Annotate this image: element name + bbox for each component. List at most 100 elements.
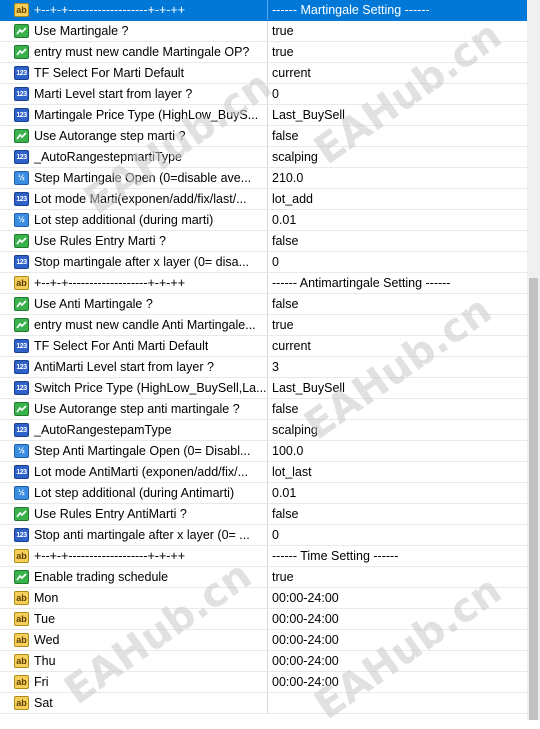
input-row[interactable]: ½ Step Anti Martingale Open (0= Disabl...…	[0, 441, 527, 462]
input-row[interactable]: Enable trading schedule true	[0, 567, 527, 588]
value-cell[interactable]: true	[268, 567, 527, 587]
input-row[interactable]: 123 TF Select For Marti Default current	[0, 63, 527, 84]
value-cell[interactable]: false	[268, 294, 527, 314]
variable-cell[interactable]: Use Rules Entry AntiMarti ?	[0, 504, 268, 524]
value-cell[interactable]: 0	[268, 525, 527, 545]
variable-cell[interactable]: 123 Stop anti martingale after x layer (0…	[0, 525, 268, 545]
value-cell[interactable]: current	[268, 63, 527, 83]
input-row[interactable]: Use Martingale ? true	[0, 21, 527, 42]
variable-cell[interactable]: 123 Lot mode Marti(exponen/add/fix/last/.…	[0, 189, 268, 209]
input-row[interactable]: ab Tue 00:00-24:00	[0, 609, 527, 630]
input-row[interactable]: ½ Lot step additional (during Antimarti) 0…	[0, 483, 527, 504]
variable-cell[interactable]: 123 _AutoRangestepamType	[0, 420, 268, 440]
input-row[interactable]: 123 Stop martingale after x layer (0= dis…	[0, 252, 527, 273]
input-row[interactable]: Use Rules Entry AntiMarti ? false	[0, 504, 527, 525]
variable-cell[interactable]: 123 Martingale Price Type (HighLow_BuyS..…	[0, 105, 268, 125]
variable-cell[interactable]: ab Fri	[0, 672, 268, 692]
input-row[interactable]: 123 Stop anti martingale after x layer (0…	[0, 525, 527, 546]
value-cell[interactable]	[268, 693, 527, 713]
variable-cell[interactable]: Use Rules Entry Marti ?	[0, 231, 268, 251]
input-row[interactable]: ab Wed 00:00-24:00	[0, 630, 527, 651]
value-cell[interactable]: false	[268, 126, 527, 146]
value-cell[interactable]: 0	[268, 84, 527, 104]
variable-cell[interactable]: entry must new candle Martingale OP?	[0, 42, 268, 62]
input-row[interactable]: ab +--+-+-------------------+-+-++ ------ …	[0, 273, 527, 294]
variable-cell[interactable]: Use Anti Martingale ?	[0, 294, 268, 314]
variable-cell[interactable]: ½ Step Martingale Open (0=disable ave...	[0, 168, 268, 188]
input-row[interactable]: 123 Marti Level start from layer ? 0	[0, 84, 527, 105]
variable-cell[interactable]: ½ Lot step additional (during Antimarti)	[0, 483, 268, 503]
input-row[interactable]: 123 Martingale Price Type (HighLow_BuyS..…	[0, 105, 527, 126]
variable-cell[interactable]: entry must new candle Anti Martingale...	[0, 315, 268, 335]
value-cell[interactable]: false	[268, 399, 527, 419]
variable-cell[interactable]: Use Autorange step marti ?	[0, 126, 268, 146]
vertical-scrollbar[interactable]	[527, 0, 540, 720]
input-row[interactable]: 123 _AutoRangestepmartiType scalping	[0, 147, 527, 168]
value-cell[interactable]: false	[268, 231, 527, 251]
variable-cell[interactable]: 123 TF Select For Marti Default	[0, 63, 268, 83]
value-cell[interactable]: scalping	[268, 147, 527, 167]
input-row[interactable]: Use Autorange step anti martingale ? fals…	[0, 399, 527, 420]
input-row[interactable]: 123 Switch Price Type (HighLow_BuySell,La…	[0, 378, 527, 399]
variable-cell[interactable]: ab Mon	[0, 588, 268, 608]
variable-cell[interactable]: 123 TF Select For Anti Marti Default	[0, 336, 268, 356]
input-row[interactable]: 123 Lot mode Marti(exponen/add/fix/last/.…	[0, 189, 527, 210]
value-cell[interactable]: ------ Time Setting ------	[268, 546, 527, 566]
value-cell[interactable]: true	[268, 21, 527, 41]
variable-cell[interactable]: ab +--+-+-------------------+-+-++	[0, 546, 268, 566]
input-row[interactable]: ab Mon 00:00-24:00	[0, 588, 527, 609]
variable-cell[interactable]: Use Autorange step anti martingale ?	[0, 399, 268, 419]
variable-cell[interactable]: ab Wed	[0, 630, 268, 650]
value-cell[interactable]: 00:00-24:00	[268, 651, 527, 671]
input-row[interactable]: ab +--+-+-------------------+-+-++ ------ …	[0, 0, 527, 21]
variable-cell[interactable]: ½ Lot step additional (during marti)	[0, 210, 268, 230]
value-cell[interactable]: current	[268, 336, 527, 356]
input-row[interactable]: Use Autorange step marti ? false	[0, 126, 527, 147]
scrollbar-thumb[interactable]	[529, 278, 538, 720]
input-row[interactable]: ab Fri 00:00-24:00	[0, 672, 527, 693]
value-cell[interactable]: ------ Martingale Setting ------	[268, 0, 527, 20]
value-cell[interactable]: 00:00-24:00	[268, 609, 527, 629]
value-cell[interactable]: lot_last	[268, 462, 527, 482]
variable-cell[interactable]: 123 Stop martingale after x layer (0= dis…	[0, 252, 268, 272]
value-cell[interactable]: 0	[268, 252, 527, 272]
value-cell[interactable]: 210.0	[268, 168, 527, 188]
variable-cell[interactable]: 123 Marti Level start from layer ?	[0, 84, 268, 104]
value-cell[interactable]: lot_add	[268, 189, 527, 209]
variable-cell[interactable]: ab Sat	[0, 693, 268, 713]
value-cell[interactable]: 0.01	[268, 210, 527, 230]
input-row[interactable]: Use Rules Entry Marti ? false	[0, 231, 527, 252]
variable-cell[interactable]: 123 _AutoRangestepmartiType	[0, 147, 268, 167]
value-cell[interactable]: false	[268, 504, 527, 524]
value-cell[interactable]: scalping	[268, 420, 527, 440]
value-cell[interactable]: 00:00-24:00	[268, 630, 527, 650]
value-cell[interactable]: 0.01	[268, 483, 527, 503]
value-cell[interactable]: Last_BuySell	[268, 105, 527, 125]
variable-cell[interactable]: ½ Step Anti Martingale Open (0= Disabl...	[0, 441, 268, 461]
variable-cell[interactable]: ab +--+-+-------------------+-+-++	[0, 0, 268, 20]
value-cell[interactable]: 00:00-24:00	[268, 588, 527, 608]
value-cell[interactable]: 100.0	[268, 441, 527, 461]
input-row[interactable]: Use Anti Martingale ? false	[0, 294, 527, 315]
input-row[interactable]: ½ Lot step additional (during marti) 0.01	[0, 210, 527, 231]
input-row[interactable]: ab Thu 00:00-24:00	[0, 651, 527, 672]
value-cell[interactable]: ------ Antimartingale Setting ------	[268, 273, 527, 293]
value-cell[interactable]: true	[268, 42, 527, 62]
input-row[interactable]: 123 _AutoRangestepamType scalping	[0, 420, 527, 441]
variable-cell[interactable]: 123 AntiMarti Level start from layer ?	[0, 357, 268, 377]
value-cell[interactable]: Last_BuySell	[268, 378, 527, 398]
input-row[interactable]: 123 TF Select For Anti Marti Default curre…	[0, 336, 527, 357]
input-row[interactable]: entry must new candle Anti Martingale...…	[0, 315, 527, 336]
input-row[interactable]: ab +--+-+-------------------+-+-++ ------ …	[0, 546, 527, 567]
variable-cell[interactable]: Enable trading schedule	[0, 567, 268, 587]
value-cell[interactable]: 00:00-24:00	[268, 672, 527, 692]
variable-cell[interactable]: ab Tue	[0, 609, 268, 629]
variable-cell[interactable]: 123 Lot mode AntiMarti (exponen/add/fix/.…	[0, 462, 268, 482]
input-row[interactable]: 123 Lot mode AntiMarti (exponen/add/fix/.…	[0, 462, 527, 483]
value-cell[interactable]: 3	[268, 357, 527, 377]
input-row[interactable]: 123 AntiMarti Level start from layer ? 3	[0, 357, 527, 378]
input-row[interactable]: ½ Step Martingale Open (0=disable ave... 2…	[0, 168, 527, 189]
variable-cell[interactable]: 123 Switch Price Type (HighLow_BuySell,La…	[0, 378, 268, 398]
variable-cell[interactable]: ab Thu	[0, 651, 268, 671]
variable-cell[interactable]: ab +--+-+-------------------+-+-++	[0, 273, 268, 293]
